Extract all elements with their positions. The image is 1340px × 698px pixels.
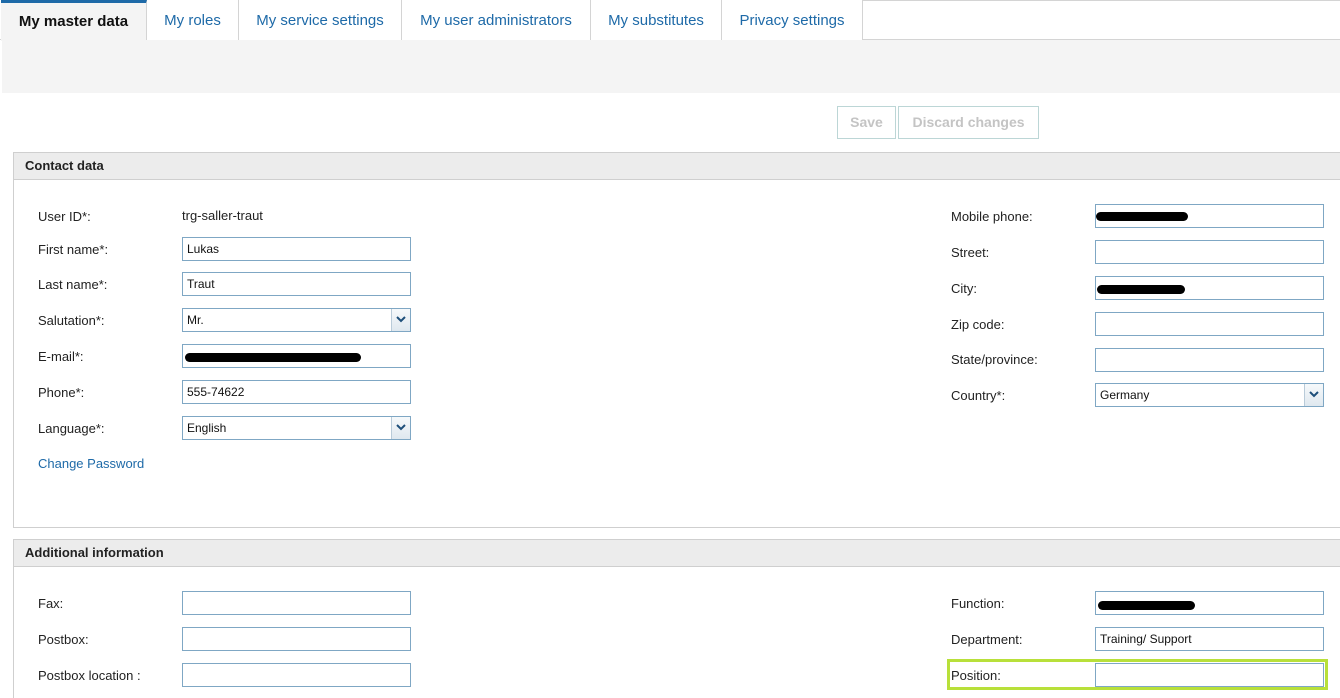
contact-data-header: Contact data <box>14 153 1340 180</box>
user-id-label: User ID*: <box>38 209 91 224</box>
language-select[interactable]: English <box>182 416 411 440</box>
country-select[interactable]: Germany <box>1095 383 1324 407</box>
chevron-down-icon[interactable] <box>391 417 410 439</box>
save-button[interactable]: Save <box>837 106 896 139</box>
tab-my-service-settings[interactable]: My service settings <box>239 0 402 40</box>
tab-bar: My master data My roles My service setti… <box>0 0 1340 41</box>
first-name-label: First name*: <box>38 242 109 257</box>
tab-my-roles[interactable]: My roles <box>147 0 239 40</box>
user-id-value: trg-saller-traut <box>182 208 263 223</box>
tab-my-user-administrators[interactable]: My user administrators <box>402 0 591 40</box>
last-name-field[interactable]: Traut <box>182 272 411 296</box>
tab-privacy-settings[interactable]: Privacy settings <box>722 0 863 40</box>
phone-field[interactable]: 555-74622 <box>182 380 411 404</box>
salutation-value: Mr. <box>187 313 204 327</box>
tab-bar-filler <box>862 0 1340 40</box>
state-province-field[interactable] <box>1095 348 1324 372</box>
redaction-mark <box>1097 285 1185 294</box>
position-label: Position: <box>951 668 1001 683</box>
language-label: Language*: <box>38 421 105 436</box>
zip-code-label: Zip code: <box>951 317 1005 332</box>
change-password-link[interactable]: Change Password <box>38 456 144 471</box>
city-field[interactable] <box>1095 276 1324 300</box>
tab-my-substitutes[interactable]: My substitutes <box>591 0 722 40</box>
street-label: Street: <box>951 245 990 260</box>
chevron-down-icon[interactable] <box>391 309 410 331</box>
additional-information-header: Additional information <box>14 540 1340 567</box>
phone-label: Phone*: <box>38 385 85 400</box>
salutation-select[interactable]: Mr. <box>182 308 411 332</box>
chevron-down-icon[interactable] <box>1304 384 1323 406</box>
fax-field[interactable] <box>182 591 411 615</box>
state-province-label: State/province: <box>951 352 1038 367</box>
tab-my-master-data[interactable]: My master data <box>1 0 147 41</box>
redaction-mark <box>185 353 361 362</box>
language-value: English <box>187 421 227 435</box>
postbox-label: Postbox: <box>38 632 89 647</box>
last-name-label: Last name*: <box>38 277 108 292</box>
fax-label: Fax: <box>38 596 64 611</box>
city-label: City: <box>951 281 977 296</box>
function-field[interactable] <box>1095 591 1324 615</box>
toolbar-strip <box>2 40 1340 93</box>
postbox-location-field[interactable] <box>182 663 411 687</box>
street-field[interactable] <box>1095 240 1324 264</box>
mobile-phone-field[interactable] <box>1095 204 1324 228</box>
function-label: Function: <box>951 596 1005 611</box>
country-value: Germany <box>1100 388 1150 402</box>
department-label: Department: <box>951 632 1023 647</box>
mobile-phone-label: Mobile phone: <box>951 209 1033 224</box>
country-label: Country*: <box>951 388 1006 403</box>
postbox-field[interactable] <box>182 627 411 651</box>
department-field[interactable]: Training/ Support <box>1095 627 1324 651</box>
redaction-mark <box>1096 212 1188 221</box>
position-field[interactable] <box>1095 663 1324 687</box>
postbox-location-label: Postbox location : <box>38 668 141 683</box>
zip-code-field[interactable] <box>1095 312 1324 336</box>
discard-changes-button[interactable]: Discard changes <box>898 106 1039 139</box>
first-name-field[interactable]: Lukas <box>182 237 411 261</box>
email-field[interactable] <box>182 344 411 368</box>
email-label: E-mail*: <box>38 349 84 364</box>
redaction-mark <box>1098 601 1195 610</box>
salutation-label: Salutation*: <box>38 313 105 328</box>
